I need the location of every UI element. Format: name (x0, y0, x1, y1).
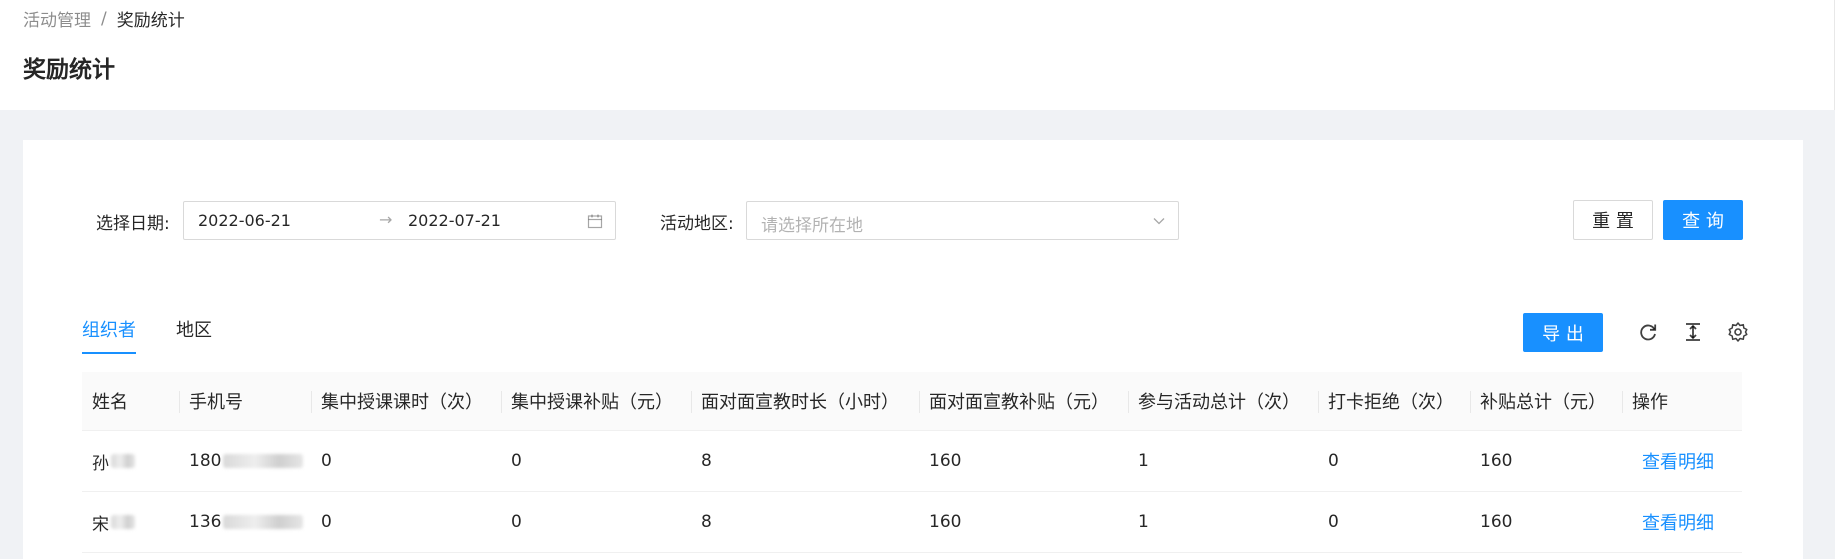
calendar-icon[interactable] (587, 213, 603, 229)
cell-activity-total: 1 (1138, 451, 1149, 471)
cell-activity-total: 1 (1138, 512, 1149, 532)
masked-text (223, 454, 304, 468)
breadcrumb: 活动管理 / 奖励统计 (23, 6, 185, 32)
cell-lesson-subsidy: 0 (511, 451, 522, 471)
cell-f2f-subsidy: 160 (929, 451, 962, 471)
table-row: 孙 180 0 0 8 160 1 0 160 查看明细 (82, 431, 1742, 492)
breadcrumb-parent[interactable]: 活动管理 (23, 6, 91, 31)
cell-action: 查看明细 (1622, 431, 1742, 492)
setting-icon[interactable] (1727, 321, 1749, 343)
query-button[interactable]: 查 询 (1663, 200, 1743, 240)
masked-text (223, 515, 304, 529)
breadcrumb-current: 奖励统计 (116, 11, 185, 31)
cell-subsidy-total: 160 (1480, 451, 1513, 471)
masked-text (111, 454, 135, 468)
cell-f2f-subsidy: 160 (929, 512, 962, 532)
column-header: 面对面宣教时长（小时） (691, 372, 919, 431)
date-range-picker[interactable]: 2022-06-21 → 2022-07-21 (183, 201, 616, 240)
region-select-placeholder: 请选择所在地 (761, 216, 863, 236)
region-filter-label: 活动地区: (660, 214, 734, 234)
masked-text (111, 515, 135, 529)
start-date-input[interactable]: 2022-06-21 (198, 211, 291, 230)
chevron-down-icon (1153, 218, 1165, 225)
cell-lesson-count: 0 (321, 512, 332, 532)
cell-name: 孙 (82, 431, 179, 492)
export-button[interactable]: 导 出 (1523, 313, 1603, 352)
table-header: 姓名 手机号 集中授课课时（次） 集中授课补贴（元） 面对面宣教时长（小时） 面… (82, 372, 1742, 431)
breadcrumb-separator: / (101, 8, 107, 29)
column-height-icon[interactable] (1682, 321, 1704, 343)
cell-f2f-hours: 8 (701, 451, 712, 471)
cell-action: 查看明细 (1622, 492, 1742, 553)
region-select[interactable]: 请选择所在地 (746, 201, 1179, 240)
cell-phone: 180 (179, 431, 311, 492)
page-title: 奖励统计 (23, 57, 115, 83)
end-date-input[interactable]: 2022-07-21 (408, 211, 501, 230)
table-row: 宋 136 0 0 8 160 1 0 160 查看明细 (82, 492, 1742, 553)
range-arrow: → (379, 210, 393, 229)
view-detail-link[interactable]: 查看明细 (1642, 448, 1714, 474)
column-header: 参与活动总计（次） (1128, 372, 1318, 431)
page-header: 活动管理 / 奖励统计 奖励统计 (0, 0, 1835, 110)
content-card: 选择日期: 2022-06-21 → 2022-07-21 活动地区: 请选择所… (23, 140, 1803, 559)
cell-lesson-count: 0 (321, 451, 332, 471)
reload-icon[interactable] (1637, 321, 1659, 343)
reset-button[interactable]: 重 置 (1573, 200, 1653, 240)
tab-region[interactable]: 地区 (176, 310, 212, 354)
column-header: 操作 (1622, 372, 1742, 431)
date-filter-label: 选择日期: (96, 214, 170, 234)
tab-organizer[interactable]: 组织者 (82, 310, 136, 354)
column-header: 姓名 (92, 392, 128, 413)
cell-lesson-subsidy: 0 (511, 512, 522, 532)
view-detail-link[interactable]: 查看明细 (1642, 509, 1714, 535)
cell-f2f-hours: 8 (701, 512, 712, 532)
cell-checkin-reject: 0 (1328, 512, 1339, 532)
cell-subsidy-total: 160 (1480, 512, 1513, 532)
cell-name: 宋 (82, 492, 179, 553)
column-header: 集中授课课时（次） (311, 372, 501, 431)
column-header: 集中授课补贴（元） (501, 372, 691, 431)
column-header: 打卡拒绝（次） (1318, 372, 1470, 431)
tab-bar: 组织者 地区 (82, 310, 252, 354)
column-header: 面对面宣教补贴（元） (919, 372, 1128, 431)
stats-table: 姓名 手机号 集中授课课时（次） 集中授课补贴（元） 面对面宣教时长（小时） 面… (82, 372, 1742, 553)
column-header: 手机号 (179, 372, 311, 431)
cell-checkin-reject: 0 (1328, 451, 1339, 471)
cell-phone: 136 (179, 492, 311, 553)
column-header: 补贴总计（元） (1470, 372, 1622, 431)
